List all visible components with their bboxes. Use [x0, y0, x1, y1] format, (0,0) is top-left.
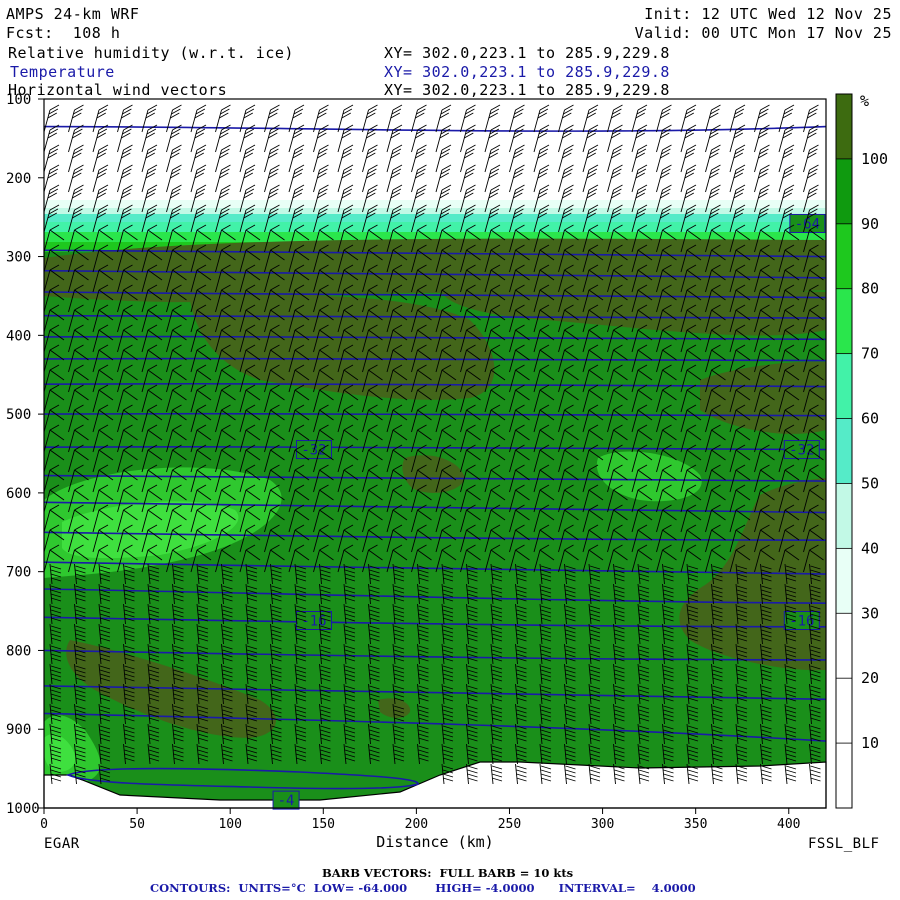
- rh-band: [44, 208, 826, 214]
- rh-band: [44, 222, 826, 232]
- cross-section-chart: -64-32 -32-16 -16-4 1002003004005006007008…: [6, 92, 888, 851]
- rh-fill-layer: [44, 99, 826, 808]
- contour-label: -4: [278, 793, 295, 809]
- rh-band: [44, 99, 826, 200]
